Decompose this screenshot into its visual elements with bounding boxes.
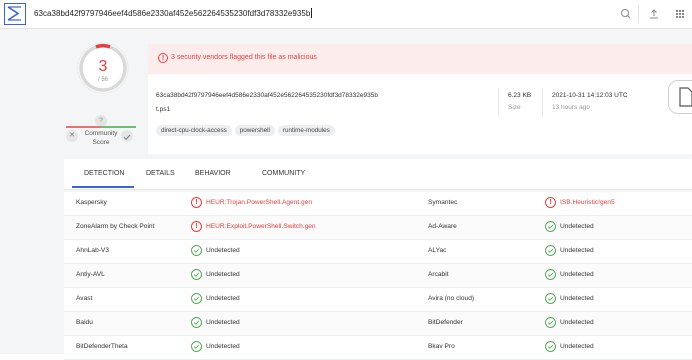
detection-count: 3 <box>98 58 108 75</box>
engine-name: Ad-Aware <box>428 223 457 230</box>
table-row: Baidu Undetected BitDefender Undetected <box>64 312 692 336</box>
detection-result: Undetected <box>206 271 240 278</box>
engine-total: / 56 <box>97 77 108 83</box>
table-row: Avast Undetected Avira (no cloud) Undetecte… <box>64 288 692 312</box>
detection-result: Undetected <box>560 343 594 350</box>
detection-result: Undetected <box>560 319 594 326</box>
detection-result: Undetected <box>206 343 240 350</box>
community-score-label: Community Score <box>84 130 118 146</box>
tab-behavior[interactable]: BEHAVIOR <box>195 170 231 177</box>
malicious-icon: ! <box>545 197 556 208</box>
alert-text: 3 security vendors flagged this file as … <box>171 54 317 61</box>
tag-chip[interactable]: direct-cpu-clock-access <box>156 125 232 136</box>
detection-result: Undetected <box>560 247 594 254</box>
text-caret <box>311 8 313 18</box>
file-hash: 63ca38bd42f9797946eef4d586e2330af452e562… <box>156 92 378 99</box>
community-bar-positive <box>101 126 136 128</box>
check-circle-icon <box>191 269 202 280</box>
check-circle-icon <box>191 317 202 328</box>
search-query: 63ca38bd42f9797946eef4d586e2330af452e562… <box>34 9 311 18</box>
tab-details[interactable]: DETAILS <box>146 170 175 177</box>
search-icon[interactable] <box>618 6 634 22</box>
check-circle-icon <box>191 245 202 256</box>
community-score-bar <box>66 126 136 128</box>
detection-result: Undetected <box>560 271 594 278</box>
engine-name: Symantec <box>428 199 458 206</box>
detection-result: Undetected <box>206 247 240 254</box>
engine-name: Bkav Pro <box>428 343 455 350</box>
check-circle-icon <box>545 293 556 304</box>
malicious-icon: ! <box>191 221 202 232</box>
detection-result: Undetected <box>560 295 594 302</box>
table-row: ZoneAlarm by Check Point! HEUR:Exploit.Po… <box>64 216 692 240</box>
virustotal-logo-icon[interactable] <box>4 3 26 25</box>
check-circle-icon <box>191 341 202 352</box>
toolbar-divider <box>638 5 639 23</box>
engine-name: Antiy-AVL <box>76 271 105 278</box>
engine-name: Avast <box>76 295 93 302</box>
file-type-icon <box>668 80 692 114</box>
detection-result: ISB.Heuristic!gen5 <box>560 199 615 206</box>
malicious-alert-banner: ! 3 security vendors flagged this file a… <box>148 44 692 74</box>
table-row: AhnLab-V3 Undetected ALYac Undetected <box>64 240 692 264</box>
file-size-label: Size <box>508 104 521 111</box>
detection-result: HEUR:Trojan.PowerShell.Agent.gen <box>206 199 313 206</box>
table-row: Antiy-AVL Undetected Arcabit Undetected <box>64 264 692 288</box>
detection-result: Undetected <box>206 319 240 326</box>
file-name: t.ps1 <box>156 106 171 113</box>
tag-chip[interactable]: runtime-modules <box>277 125 335 136</box>
table-row: BitDefenderTheta Undetected Bkav Pro Undete… <box>64 336 692 360</box>
engine-name: Kaspersky <box>76 199 107 206</box>
check-circle-icon <box>545 317 556 328</box>
detection-result: HEUR:Exploit.PowerShell.Switch.gen <box>206 223 316 230</box>
detection-result: Undetected <box>560 223 594 230</box>
check-circle-icon <box>545 221 556 232</box>
file-size-value: 6.23 KB <box>508 92 532 99</box>
check-circle-icon <box>545 341 556 352</box>
community-bar-negative <box>66 126 101 128</box>
tag-chip[interactable]: powershell <box>234 125 275 136</box>
detection-table: Kaspersky! HEUR:Trojan.PowerShell.Agent.g… <box>64 192 692 360</box>
divider <box>498 88 499 116</box>
analysis-date-relative: 13 hours ago <box>552 104 590 111</box>
check-circle-icon <box>545 245 556 256</box>
table-row: Kaspersky! HEUR:Trojan.PowerShell.Agent.g… <box>64 192 692 216</box>
active-tab-indicator <box>72 186 134 188</box>
divider <box>542 88 543 116</box>
tab-community[interactable]: COMMUNITY <box>262 170 305 177</box>
engine-name: ZoneAlarm by Check Point <box>76 223 155 230</box>
file-tags: direct-cpu-clock-access powershell runtime… <box>156 119 338 137</box>
detection-result: Undetected <box>206 295 240 302</box>
engine-name: Avira (no cloud) <box>428 295 475 302</box>
grid-apps-icon[interactable] <box>672 6 688 22</box>
engine-name: BitDefenderTheta <box>76 343 128 350</box>
analysis-date-value: 2021-10-31 14:12:03 UTC <box>552 92 628 99</box>
engine-name: BitDefender <box>428 319 463 326</box>
engine-name: ALYac <box>428 247 447 254</box>
engine-name: Arcabit <box>428 271 449 278</box>
check-circle-icon <box>191 293 202 304</box>
upload-icon[interactable] <box>646 6 662 22</box>
engine-name: AhnLab-V3 <box>76 247 109 254</box>
malicious-icon: ! <box>191 197 202 208</box>
check-circle-icon <box>545 269 556 280</box>
tab-detection[interactable]: DETECTION <box>84 170 124 177</box>
search-input[interactable]: 63ca38bd42f9797946eef4d586e2330af452e562… <box>34 8 313 18</box>
alert-icon: ! <box>158 53 168 63</box>
top-bar: 63ca38bd42f9797946eef4d586e2330af452e562… <box>0 0 692 29</box>
engine-name: Baidu <box>76 319 93 326</box>
vote-malicious-icon[interactable]: ✕ <box>66 130 78 142</box>
vote-harmless-icon[interactable] <box>121 130 133 142</box>
